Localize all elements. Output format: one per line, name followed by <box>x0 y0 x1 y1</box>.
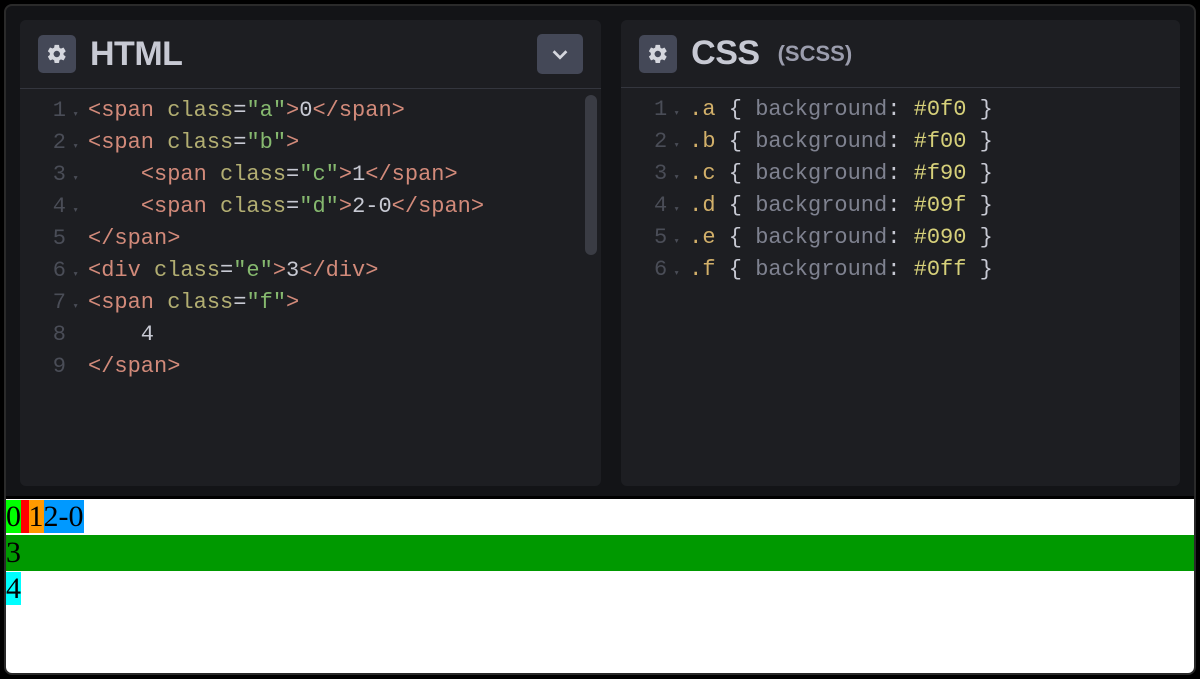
code-line[interactable]: .d { background: #09f } <box>689 190 1180 222</box>
code-line[interactable]: <span class="c">1</span> <box>88 159 601 191</box>
code-line[interactable]: <span class="d">2-0</span> <box>88 191 601 223</box>
app-frame: HTML 123456789 <span class="a">0</span><… <box>4 4 1196 675</box>
line-number: 3 <box>621 158 667 190</box>
pane-css-subtitle: (SCSS) <box>778 41 853 67</box>
pane-css-title: CSS <box>691 34 759 73</box>
css-gutter: 123456 <box>621 94 679 486</box>
html-gutter: 123456789 <box>20 95 78 486</box>
line-number: 1 <box>20 95 66 127</box>
pane-css-header: CSS (SCSS) <box>621 20 1180 88</box>
output-body: 0 12-034 <box>6 499 1194 607</box>
line-number: 8 <box>20 319 66 351</box>
css-editor[interactable]: 123456 .a { background: #0f0 }.b { backg… <box>621 88 1180 486</box>
line-number: 5 <box>621 222 667 254</box>
code-line[interactable]: 4 <box>88 319 601 351</box>
preview-span-f: 4 <box>6 572 21 605</box>
code-line[interactable]: .c { background: #f90 } <box>689 158 1180 190</box>
code-line[interactable]: .f { background: #0ff } <box>689 254 1180 286</box>
gear-icon[interactable] <box>38 35 76 73</box>
pane-html-header: HTML <box>20 20 601 89</box>
line-number: 7 <box>20 287 66 319</box>
pane-css: CSS (SCSS) 123456 .a { background: #0f0 … <box>621 20 1180 486</box>
code-line[interactable]: <span class="f"> <box>88 287 601 319</box>
line-number: 9 <box>20 351 66 383</box>
code-line[interactable]: <div class="e">3</div> <box>88 255 601 287</box>
code-line[interactable]: </span> <box>88 351 601 383</box>
html-editor[interactable]: 123456789 <span class="a">0</span><span … <box>20 89 601 486</box>
gear-icon[interactable] <box>639 35 677 73</box>
editor-row: HTML 123456789 <span class="a">0</span><… <box>6 6 1194 486</box>
line-number: 1 <box>621 94 667 126</box>
pane-html-title: HTML <box>90 35 182 74</box>
code-line[interactable]: <span class="a">0</span> <box>88 95 601 127</box>
line-number: 4 <box>621 190 667 222</box>
preview-span-a: 0 <box>6 500 21 533</box>
code-line[interactable]: <span class="b"> <box>88 127 601 159</box>
preview-span-c: 1 <box>29 500 44 533</box>
line-number: 3 <box>20 159 66 191</box>
code-line[interactable]: .b { background: #f00 } <box>689 126 1180 158</box>
code-line[interactable]: .a { background: #0f0 } <box>689 94 1180 126</box>
code-line[interactable]: </span> <box>88 223 601 255</box>
line-number: 6 <box>20 255 66 287</box>
line-number: 5 <box>20 223 66 255</box>
html-code[interactable]: <span class="a">0</span><span class="b">… <box>78 95 601 486</box>
preview-span-b-space <box>21 500 29 533</box>
line-number: 4 <box>20 191 66 223</box>
code-line[interactable]: .e { background: #090 } <box>689 222 1180 254</box>
pane-html: HTML 123456789 <span class="a">0</span><… <box>20 20 601 486</box>
line-number: 6 <box>621 254 667 286</box>
preview-span-d: 2-0 <box>44 500 84 533</box>
chevron-down-icon[interactable] <box>537 34 583 74</box>
line-number: 2 <box>621 126 667 158</box>
preview-span-b: 12-0 <box>21 500 84 533</box>
preview-div-e: 3 <box>6 535 1194 571</box>
line-number: 2 <box>20 127 66 159</box>
output-preview: 0 12-034 <box>6 496 1194 673</box>
css-code[interactable]: .a { background: #0f0 }.b { background: … <box>679 94 1180 486</box>
scrollbar-thumb[interactable] <box>585 95 597 255</box>
